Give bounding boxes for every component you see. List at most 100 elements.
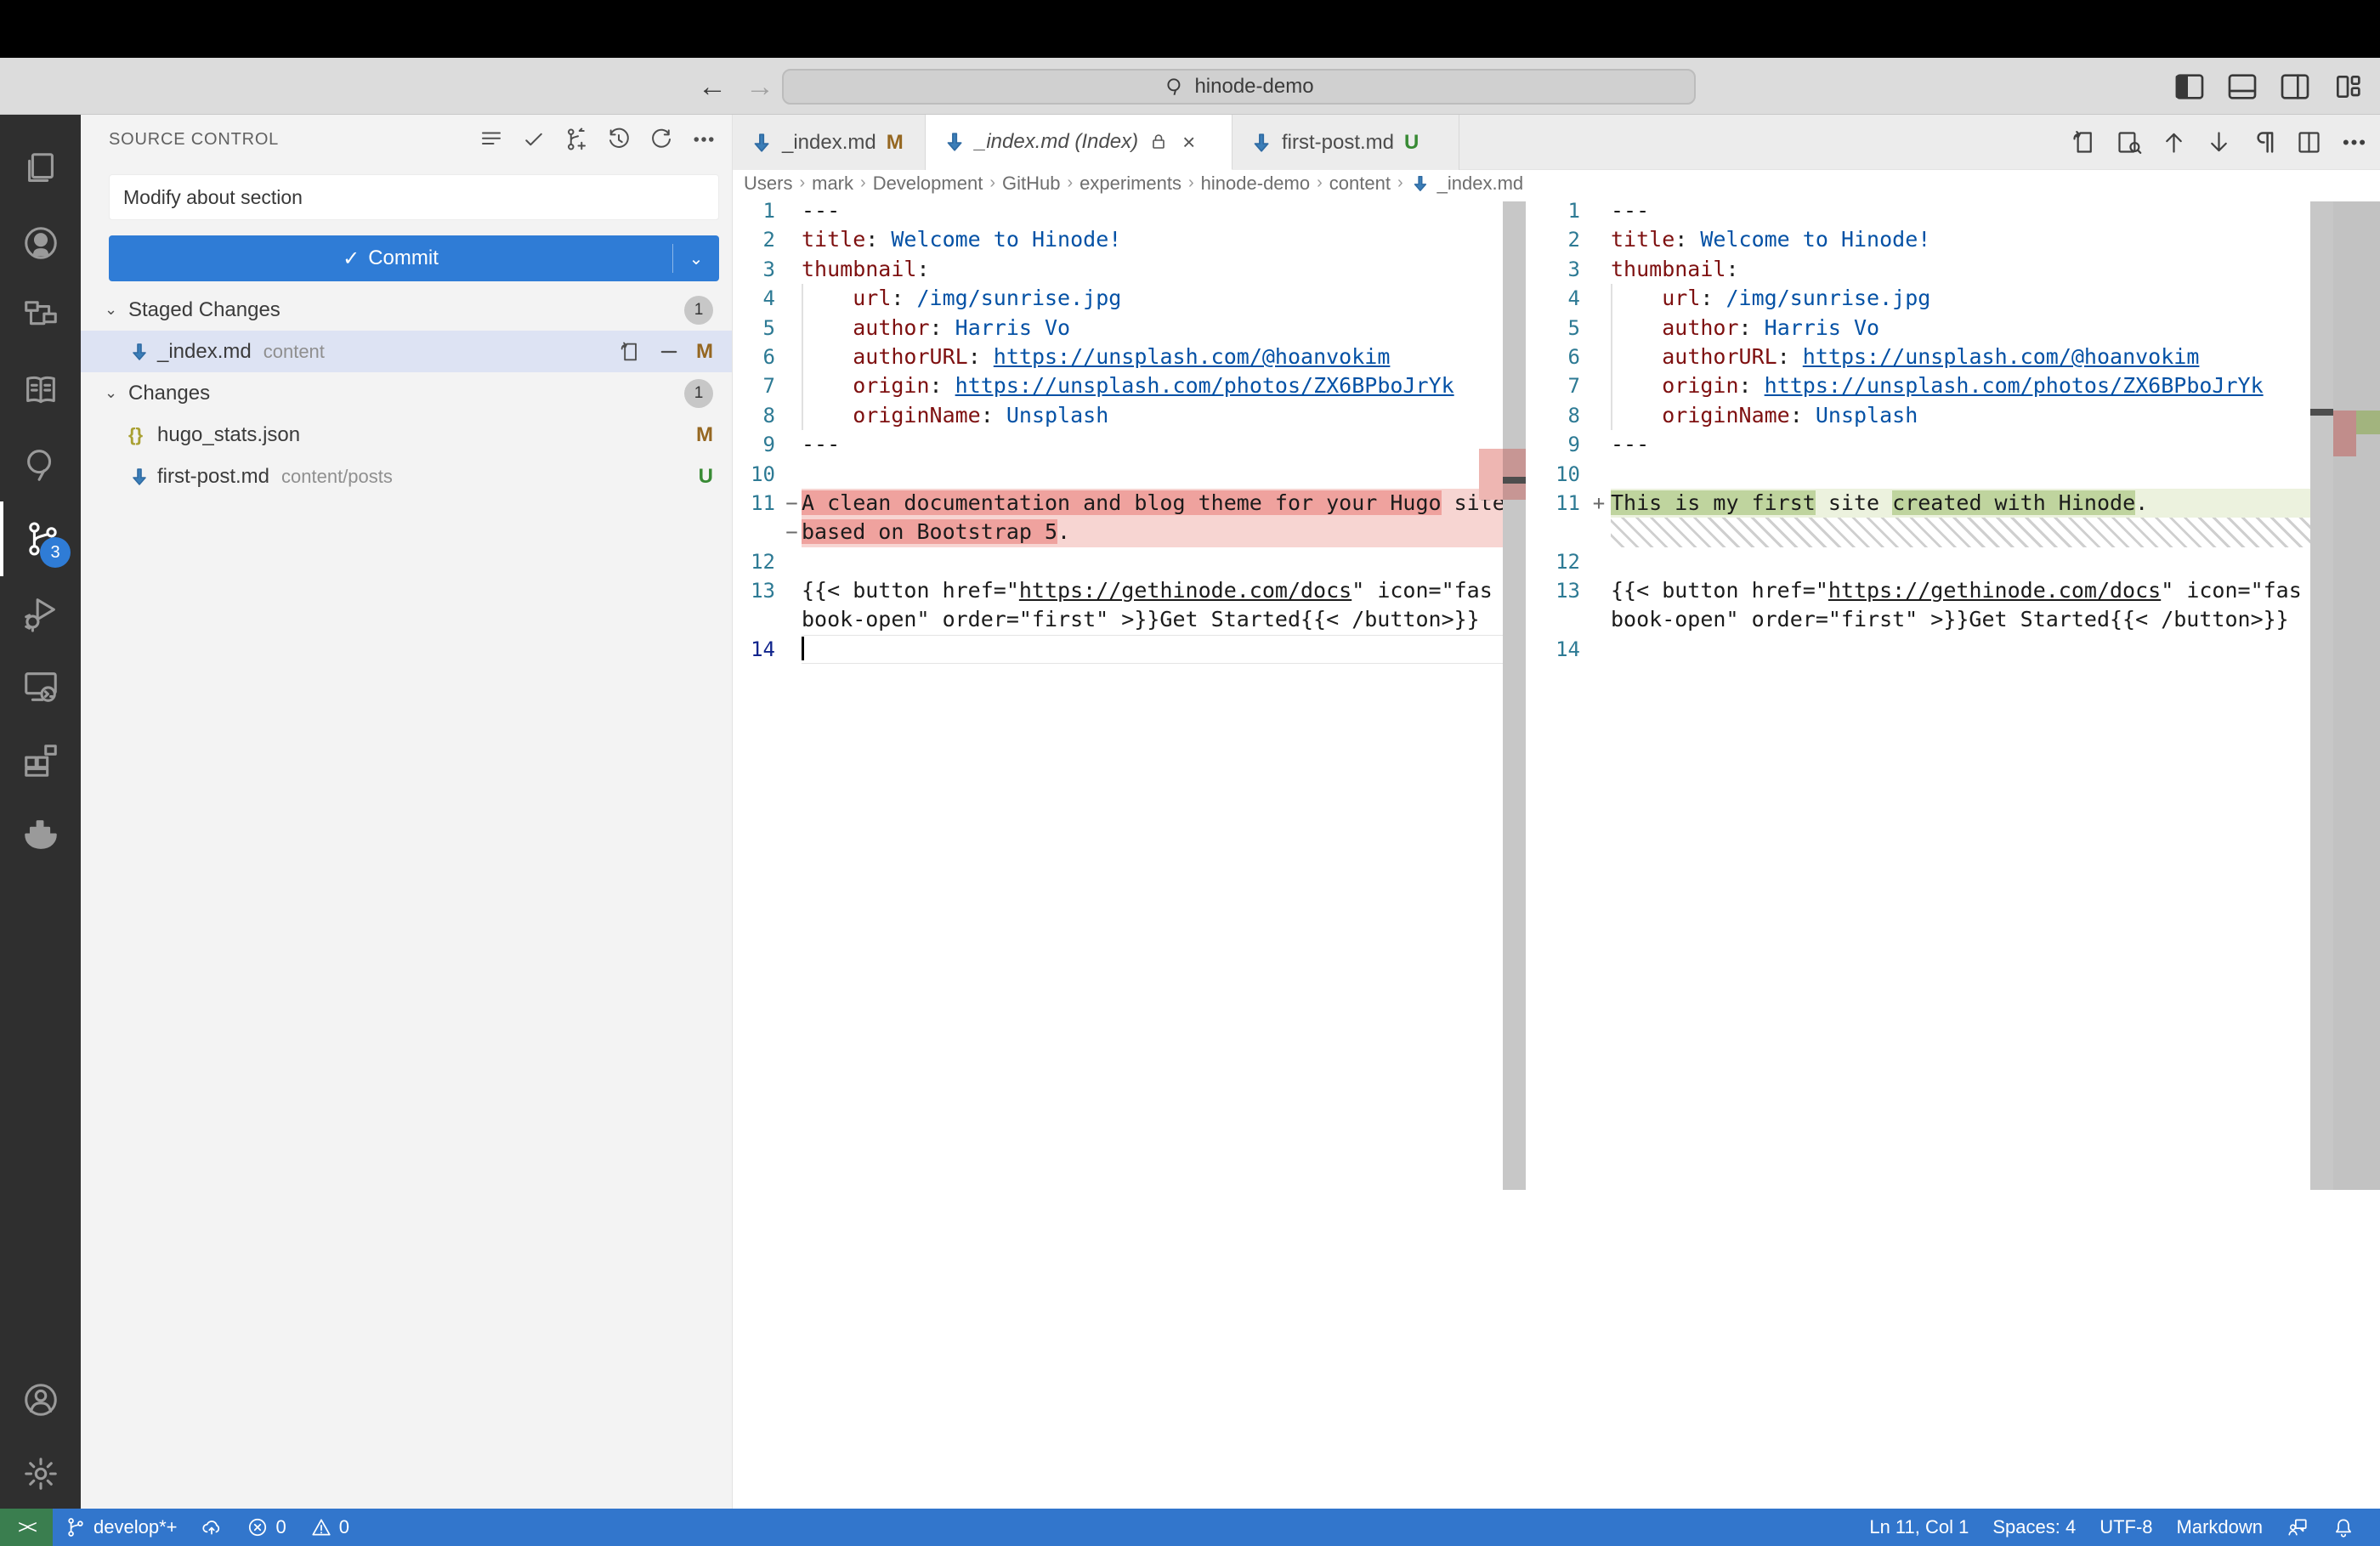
- previous-change-icon[interactable]: [2160, 128, 2188, 156]
- view-as-list-icon[interactable]: [479, 127, 504, 152]
- code-line[interactable]: −based on Bootstrap 5.: [733, 518, 1526, 546]
- status-spaces[interactable]: Spaces: 4: [1980, 1509, 2088, 1546]
- code-line[interactable]: 14: [1530, 635, 2380, 664]
- breadcrumb-item[interactable]: GitHub: [1002, 173, 1060, 195]
- status-cloud-upload[interactable]: [189, 1509, 235, 1546]
- status-ln[interactable]: Ln 11, Col 1: [1857, 1509, 1980, 1546]
- code-line[interactable]: 7 origin: https://unsplash.com/photos/ZX…: [733, 371, 1526, 400]
- code-line[interactable]: 5 author: Harris Vo: [1530, 314, 2380, 343]
- back-button[interactable]: ←: [694, 68, 731, 105]
- toggle-sidebar-icon[interactable]: [2173, 70, 2207, 104]
- commit-check-icon[interactable]: [521, 127, 547, 152]
- breadcrumb[interactable]: Users›mark›Development›GitHub›experiment…: [744, 170, 2274, 196]
- code-line[interactable]: 8 originName: Unsplash: [1530, 401, 2380, 430]
- branch-create-icon[interactable]: [564, 127, 589, 152]
- activity-item-source-control[interactable]: 3: [0, 501, 81, 576]
- unstage-icon[interactable]: [657, 340, 681, 364]
- code-line[interactable]: 7 origin: https://unsplash.com/photos/ZX…: [1530, 371, 2380, 400]
- minimap[interactable]: [2333, 201, 2380, 1190]
- open-file-icon[interactable]: [2070, 128, 2098, 156]
- scm-file-row[interactable]: _index.mdcontentM: [81, 331, 732, 372]
- tab--index-md-index-[interactable]: _index.md (Index)×: [926, 115, 1232, 170]
- activity-item-docker[interactable]: [0, 797, 81, 872]
- status-bell[interactable]: [2320, 1509, 2366, 1546]
- scm-group-header[interactable]: ⌄Changes1: [81, 372, 732, 414]
- toggle-panel-icon[interactable]: [2225, 70, 2259, 104]
- breadcrumb-item[interactable]: _index.md: [1437, 173, 1524, 195]
- code-line[interactable]: 9---: [1530, 430, 2380, 459]
- code-line[interactable]: 1---: [1530, 196, 2380, 225]
- code-line[interactable]: book-open" order="first" >}}Get Started{…: [1530, 605, 2380, 634]
- history-icon[interactable]: [606, 127, 632, 152]
- activity-item-account[interactable]: [0, 1362, 81, 1437]
- status-feedback[interactable]: [2275, 1509, 2320, 1546]
- breadcrumb-item[interactable]: Users: [744, 173, 792, 195]
- left-editor-scrollbar[interactable]: [1503, 201, 1526, 1190]
- code-line[interactable]: 12: [1530, 547, 2380, 576]
- close-icon[interactable]: ×: [1182, 129, 1195, 156]
- toggle-secondary-sidebar-icon[interactable]: [2278, 70, 2312, 104]
- code-line[interactable]: 10: [733, 460, 1526, 489]
- code-line[interactable]: 1---: [733, 196, 1526, 225]
- code-line[interactable]: [1530, 518, 2380, 546]
- whitespace-icon[interactable]: [2250, 128, 2278, 156]
- activity-item-files[interactable]: [0, 132, 81, 207]
- commit-button[interactable]: ✓ Commit ⌄: [109, 235, 719, 281]
- commit-message-input[interactable]: [109, 174, 719, 220]
- breadcrumb-item[interactable]: experiments: [1080, 173, 1182, 195]
- code-line[interactable]: 2title: Welcome to Hinode!: [733, 225, 1526, 254]
- activity-item-book[interactable]: [0, 354, 81, 428]
- remote-indicator[interactable]: ><: [0, 1509, 53, 1546]
- breadcrumb-item[interactable]: hinode-demo: [1201, 173, 1310, 195]
- status-warning[interactable]: 0: [298, 1509, 361, 1546]
- code-line[interactable]: 3thumbnail:: [1530, 255, 2380, 284]
- code-line[interactable]: 14: [733, 635, 1526, 664]
- diff-pane-modified[interactable]: 1---2title: Welcome to Hinode!3thumbnail…: [1530, 196, 2380, 1509]
- scm-group-header[interactable]: ⌄Staged Changes1: [81, 289, 732, 331]
- activity-item-extensions[interactable]: [0, 723, 81, 798]
- diff-pane-original[interactable]: 1---2title: Welcome to Hinode!3thumbnail…: [733, 196, 1526, 1509]
- breadcrumb-item[interactable]: content: [1329, 173, 1391, 195]
- diff-editor[interactable]: 1---2title: Welcome to Hinode!3thumbnail…: [733, 196, 2380, 1509]
- commit-dropdown[interactable]: ⌄: [673, 248, 719, 269]
- tab-first-post-md[interactable]: first-post.mdU: [1232, 115, 1459, 170]
- next-change-icon[interactable]: [2205, 128, 2233, 156]
- activity-item-debug[interactable]: [0, 575, 81, 650]
- more-actions-icon[interactable]: [691, 127, 717, 152]
- refresh-icon[interactable]: [649, 127, 674, 152]
- activity-item-settings-gear[interactable]: [0, 1436, 81, 1511]
- status-git-branch[interactable]: develop*+: [53, 1509, 189, 1546]
- split-editor-icon[interactable]: [2295, 128, 2323, 156]
- right-editor-scrollbar[interactable]: [2310, 201, 2333, 1190]
- status-utf-8[interactable]: UTF-8: [2088, 1509, 2164, 1546]
- activity-item-hierarchy[interactable]: [0, 280, 81, 354]
- code-line[interactable]: 13{{< button href="https://gethinode.com…: [1530, 576, 2380, 605]
- code-line[interactable]: 4 url: /img/sunrise.jpg: [1530, 284, 2380, 313]
- code-line[interactable]: 8 originName: Unsplash: [733, 401, 1526, 430]
- code-line[interactable]: 12: [733, 547, 1526, 576]
- code-line[interactable]: 10: [1530, 460, 2380, 489]
- code-line[interactable]: 4 url: /img/sunrise.jpg: [733, 284, 1526, 313]
- code-line[interactable]: 9---: [733, 430, 1526, 459]
- status-error[interactable]: 0: [235, 1509, 298, 1546]
- breadcrumb-item[interactable]: Development: [873, 173, 983, 195]
- code-line[interactable]: book-open" order="first" >}}Get Started{…: [733, 605, 1526, 634]
- code-line[interactable]: 5 author: Harris Vo: [733, 314, 1526, 343]
- code-line[interactable]: 3thumbnail:: [733, 255, 1526, 284]
- customize-layout-icon[interactable]: [2331, 70, 2365, 104]
- code-line[interactable]: 11−A clean documentation and blog theme …: [733, 489, 1526, 518]
- code-line[interactable]: 6 authorURL: https://unsplash.com/@hoanv…: [1530, 343, 2380, 371]
- activity-item-remote-explorer[interactable]: [0, 649, 81, 724]
- scm-file-row[interactable]: first-post.mdcontent/postsU: [81, 456, 732, 497]
- command-center[interactable]: hinode-demo: [782, 69, 1696, 105]
- open-file-icon[interactable]: [618, 340, 642, 364]
- inline-view-icon[interactable]: [2115, 128, 2143, 156]
- more-actions-icon[interactable]: [2340, 128, 2368, 156]
- activity-item-github[interactable]: [0, 206, 81, 280]
- tab--index-md[interactable]: _index.mdM: [733, 115, 926, 170]
- activity-item-search[interactable]: [0, 428, 81, 502]
- scm-file-row[interactable]: {}hugo_stats.jsonM: [81, 414, 732, 456]
- code-line[interactable]: 2title: Welcome to Hinode!: [1530, 225, 2380, 254]
- breadcrumb-item[interactable]: mark: [812, 173, 853, 195]
- status-markdown[interactable]: Markdown: [2165, 1509, 2275, 1546]
